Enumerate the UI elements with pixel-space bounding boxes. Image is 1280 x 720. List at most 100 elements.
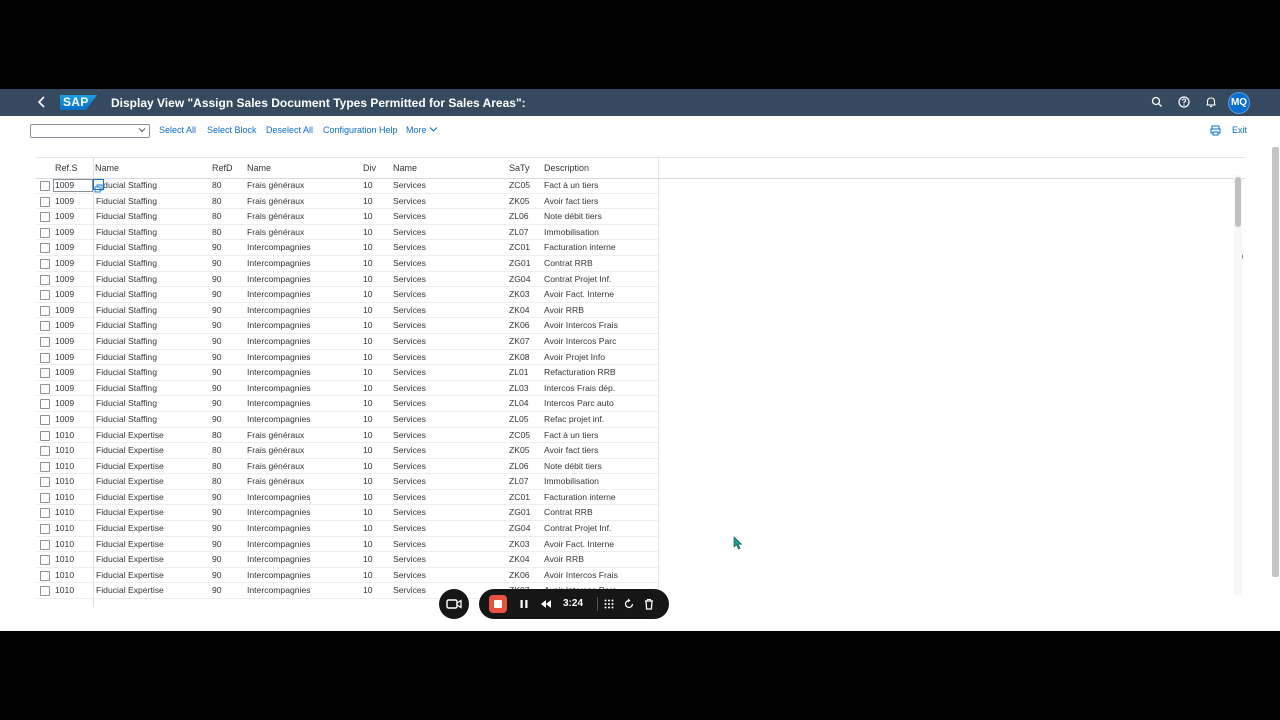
table-row[interactable]: 1009 Fiducial Staffing 90 Intercompagnies 10… bbox=[36, 256, 658, 272]
table-row[interactable]: 1010 Fiducial Expertise 80 Frais généraux 10… bbox=[36, 474, 658, 490]
table-row[interactable]: 1009 Fiducial Staffing 90 Intercompagnies 10… bbox=[36, 318, 658, 334]
select-block-button[interactable]: Select Block bbox=[207, 125, 257, 135]
cell-division: 10 bbox=[363, 476, 373, 487]
col-header-name-2[interactable]: Name bbox=[247, 163, 271, 173]
col-header-ref-sales-org[interactable]: Ref.S bbox=[55, 163, 78, 173]
sap-logo[interactable]: SAP bbox=[60, 95, 97, 110]
row-checkbox[interactable] bbox=[40, 461, 50, 472]
col-header-name-3[interactable]: Name bbox=[393, 163, 417, 173]
table-row[interactable]: 1010 Fiducial Expertise 90 Intercompagnies 1… bbox=[36, 568, 658, 584]
row-checkbox[interactable] bbox=[40, 352, 50, 363]
print-icon[interactable] bbox=[1210, 125, 1221, 136]
table-row[interactable]: 1009 Fiducial Staffing 90 Intercompagnies 10… bbox=[36, 334, 658, 350]
table-row[interactable]: 1009 Fiducial Staffing 80 Frais généraux 10 S… bbox=[36, 209, 658, 225]
row-checkbox[interactable] bbox=[40, 446, 50, 457]
table-row[interactable]: 1010 Fiducial Expertise 80 Frais généraux 10… bbox=[36, 443, 658, 459]
cell-sales-doc-type: ZC05 bbox=[509, 180, 531, 190]
row-checkbox[interactable] bbox=[40, 196, 50, 207]
row-checkbox[interactable] bbox=[40, 336, 50, 347]
trash-icon[interactable] bbox=[642, 597, 656, 611]
configuration-help-button[interactable]: Configuration Help bbox=[323, 125, 398, 135]
table-row[interactable]: 1009 Fiducial Staffing 80 Frais généraux 10 S… bbox=[36, 225, 658, 241]
table-row[interactable]: 1009 Fiducial Staffing 90 Intercompagnies 10… bbox=[36, 381, 658, 397]
more-button[interactable]: More bbox=[406, 125, 438, 135]
table-row[interactable]: 1009 Fiducial Staffing 80 Frais généraux 10 S… bbox=[36, 178, 658, 194]
row-checkbox[interactable] bbox=[40, 477, 50, 488]
col-header-description[interactable]: Description bbox=[544, 163, 589, 173]
row-checkbox[interactable] bbox=[40, 586, 50, 597]
table-row[interactable]: 1009 Fiducial Staffing 90 Intercompagnies 10… bbox=[36, 272, 658, 288]
cell-division: 10 bbox=[363, 569, 373, 580]
cell-sales-doc-type: ZL01 bbox=[509, 367, 529, 378]
row-checkbox[interactable] bbox=[40, 383, 50, 394]
table-row[interactable]: 1009 Fiducial Staffing 90 Intercompagnies 10… bbox=[36, 240, 658, 256]
row-checkbox[interactable] bbox=[40, 368, 50, 379]
row-checkbox[interactable] bbox=[40, 212, 50, 223]
table-row[interactable]: 1010 Fiducial Expertise 90 Intercompagnies 1… bbox=[36, 490, 658, 506]
cell-ref-sales-org: 1010 bbox=[55, 445, 75, 456]
row-checkbox[interactable] bbox=[40, 492, 50, 503]
table-row[interactable]: 1010 Fiducial Expertise 90 Intercompagnies 1… bbox=[36, 521, 658, 537]
col-header-name[interactable]: Name bbox=[95, 163, 119, 173]
col-header-sales-doc-type[interactable]: SaTy bbox=[509, 163, 530, 173]
pause-icon[interactable] bbox=[517, 597, 531, 611]
table-row[interactable]: 1010 Fiducial Expertise 90 Intercompagnies 1… bbox=[36, 505, 658, 522]
row-checkbox[interactable] bbox=[40, 274, 50, 285]
cell-ref-distr-channel: 90 bbox=[212, 398, 222, 409]
search-icon[interactable] bbox=[1150, 95, 1164, 109]
table-row[interactable]: 1009 Fiducial Staffing 90 Intercompagnies 10… bbox=[36, 396, 658, 412]
value-help-icon[interactable] bbox=[93, 179, 104, 193]
table-row[interactable]: 1010 Fiducial Expertise 80 Frais généraux 10… bbox=[36, 428, 658, 444]
bell-icon[interactable] bbox=[1204, 95, 1218, 109]
table-row[interactable]: 1010 Fiducial Expertise 80 Frais généraux 10… bbox=[36, 459, 658, 475]
cell-sales-doc-type: ZK03 bbox=[509, 538, 530, 549]
table-row[interactable]: 1009 Fiducial Staffing 90 Intercompagnies 10… bbox=[36, 412, 658, 428]
row-checkbox[interactable] bbox=[40, 555, 50, 566]
row-checkbox[interactable] bbox=[40, 243, 50, 254]
table-row[interactable]: 1009 Fiducial Staffing 90 Intercompagnies 10… bbox=[36, 365, 658, 381]
variant-combobox[interactable] bbox=[30, 124, 150, 138]
row-checkbox[interactable] bbox=[40, 399, 50, 410]
restart-icon[interactable] bbox=[622, 597, 636, 611]
help-icon[interactable] bbox=[1177, 95, 1191, 109]
table-row[interactable]: 1009 Fiducial Staffing 80 Frais généraux 10 S… bbox=[36, 194, 658, 210]
table-row[interactable]: 1009 Fiducial Staffing 90 Intercompagnies 10… bbox=[36, 350, 658, 366]
rewind-icon[interactable] bbox=[539, 597, 553, 611]
grid-icon[interactable] bbox=[602, 597, 616, 611]
row-checkbox[interactable] bbox=[40, 227, 50, 238]
row-checkbox[interactable] bbox=[40, 508, 50, 519]
row-checkbox[interactable] bbox=[40, 321, 50, 332]
row-checkbox[interactable] bbox=[40, 524, 50, 535]
row-checkbox[interactable] bbox=[40, 539, 50, 550]
back-icon[interactable] bbox=[35, 95, 49, 109]
table-row[interactable]: 1009 Fiducial Staffing 90 Intercompagnies 10… bbox=[36, 287, 658, 303]
table-row[interactable]: 1010 Fiducial Expertise 90 Intercompagnies 1… bbox=[36, 537, 658, 553]
table-row[interactable]: 1010 Fiducial Expertise 90 Intercompagnies 1… bbox=[36, 552, 658, 568]
row-checkbox[interactable] bbox=[40, 430, 50, 441]
row-checkbox[interactable] bbox=[40, 258, 50, 269]
cell-sales-doc-type: ZL05 bbox=[509, 413, 529, 424]
col-header-division[interactable]: Div bbox=[363, 163, 376, 173]
deselect-all-button[interactable]: Deselect All bbox=[266, 125, 313, 135]
row-checkbox[interactable] bbox=[40, 570, 50, 581]
row-checkbox[interactable] bbox=[40, 181, 50, 191]
table-row[interactable]: 1009 Fiducial Staffing 90 Intercompagnies 10… bbox=[36, 303, 658, 319]
toolbar: Select All Select Block Deselect All Con… bbox=[0, 116, 1280, 146]
cell-ref-distr-channel: 80 bbox=[212, 226, 222, 237]
camera-button[interactable] bbox=[439, 589, 469, 619]
row-checkbox[interactable] bbox=[40, 290, 50, 301]
row-checkbox[interactable] bbox=[40, 305, 50, 316]
avatar[interactable]: MQ bbox=[1228, 92, 1250, 114]
row-checkbox[interactable] bbox=[40, 414, 50, 425]
page-scrollbar[interactable] bbox=[1272, 147, 1279, 577]
shell-bar: SAP Display View "Assign Sales Document … bbox=[0, 89, 1280, 116]
table-scrollbar[interactable] bbox=[1235, 177, 1241, 227]
table-scroll-track[interactable] bbox=[1234, 175, 1242, 595]
cell-name: Fiducial Staffing bbox=[96, 211, 157, 222]
cell-name-2: Intercompagnies bbox=[247, 585, 311, 596]
select-all-button[interactable]: Select All bbox=[159, 125, 196, 135]
cell-name-2: Intercompagnies bbox=[247, 367, 311, 378]
exit-button[interactable]: Exit bbox=[1232, 125, 1247, 135]
stop-recording-button[interactable] bbox=[489, 595, 507, 613]
col-header-ref-distr-channel[interactable]: RefD bbox=[212, 163, 233, 173]
